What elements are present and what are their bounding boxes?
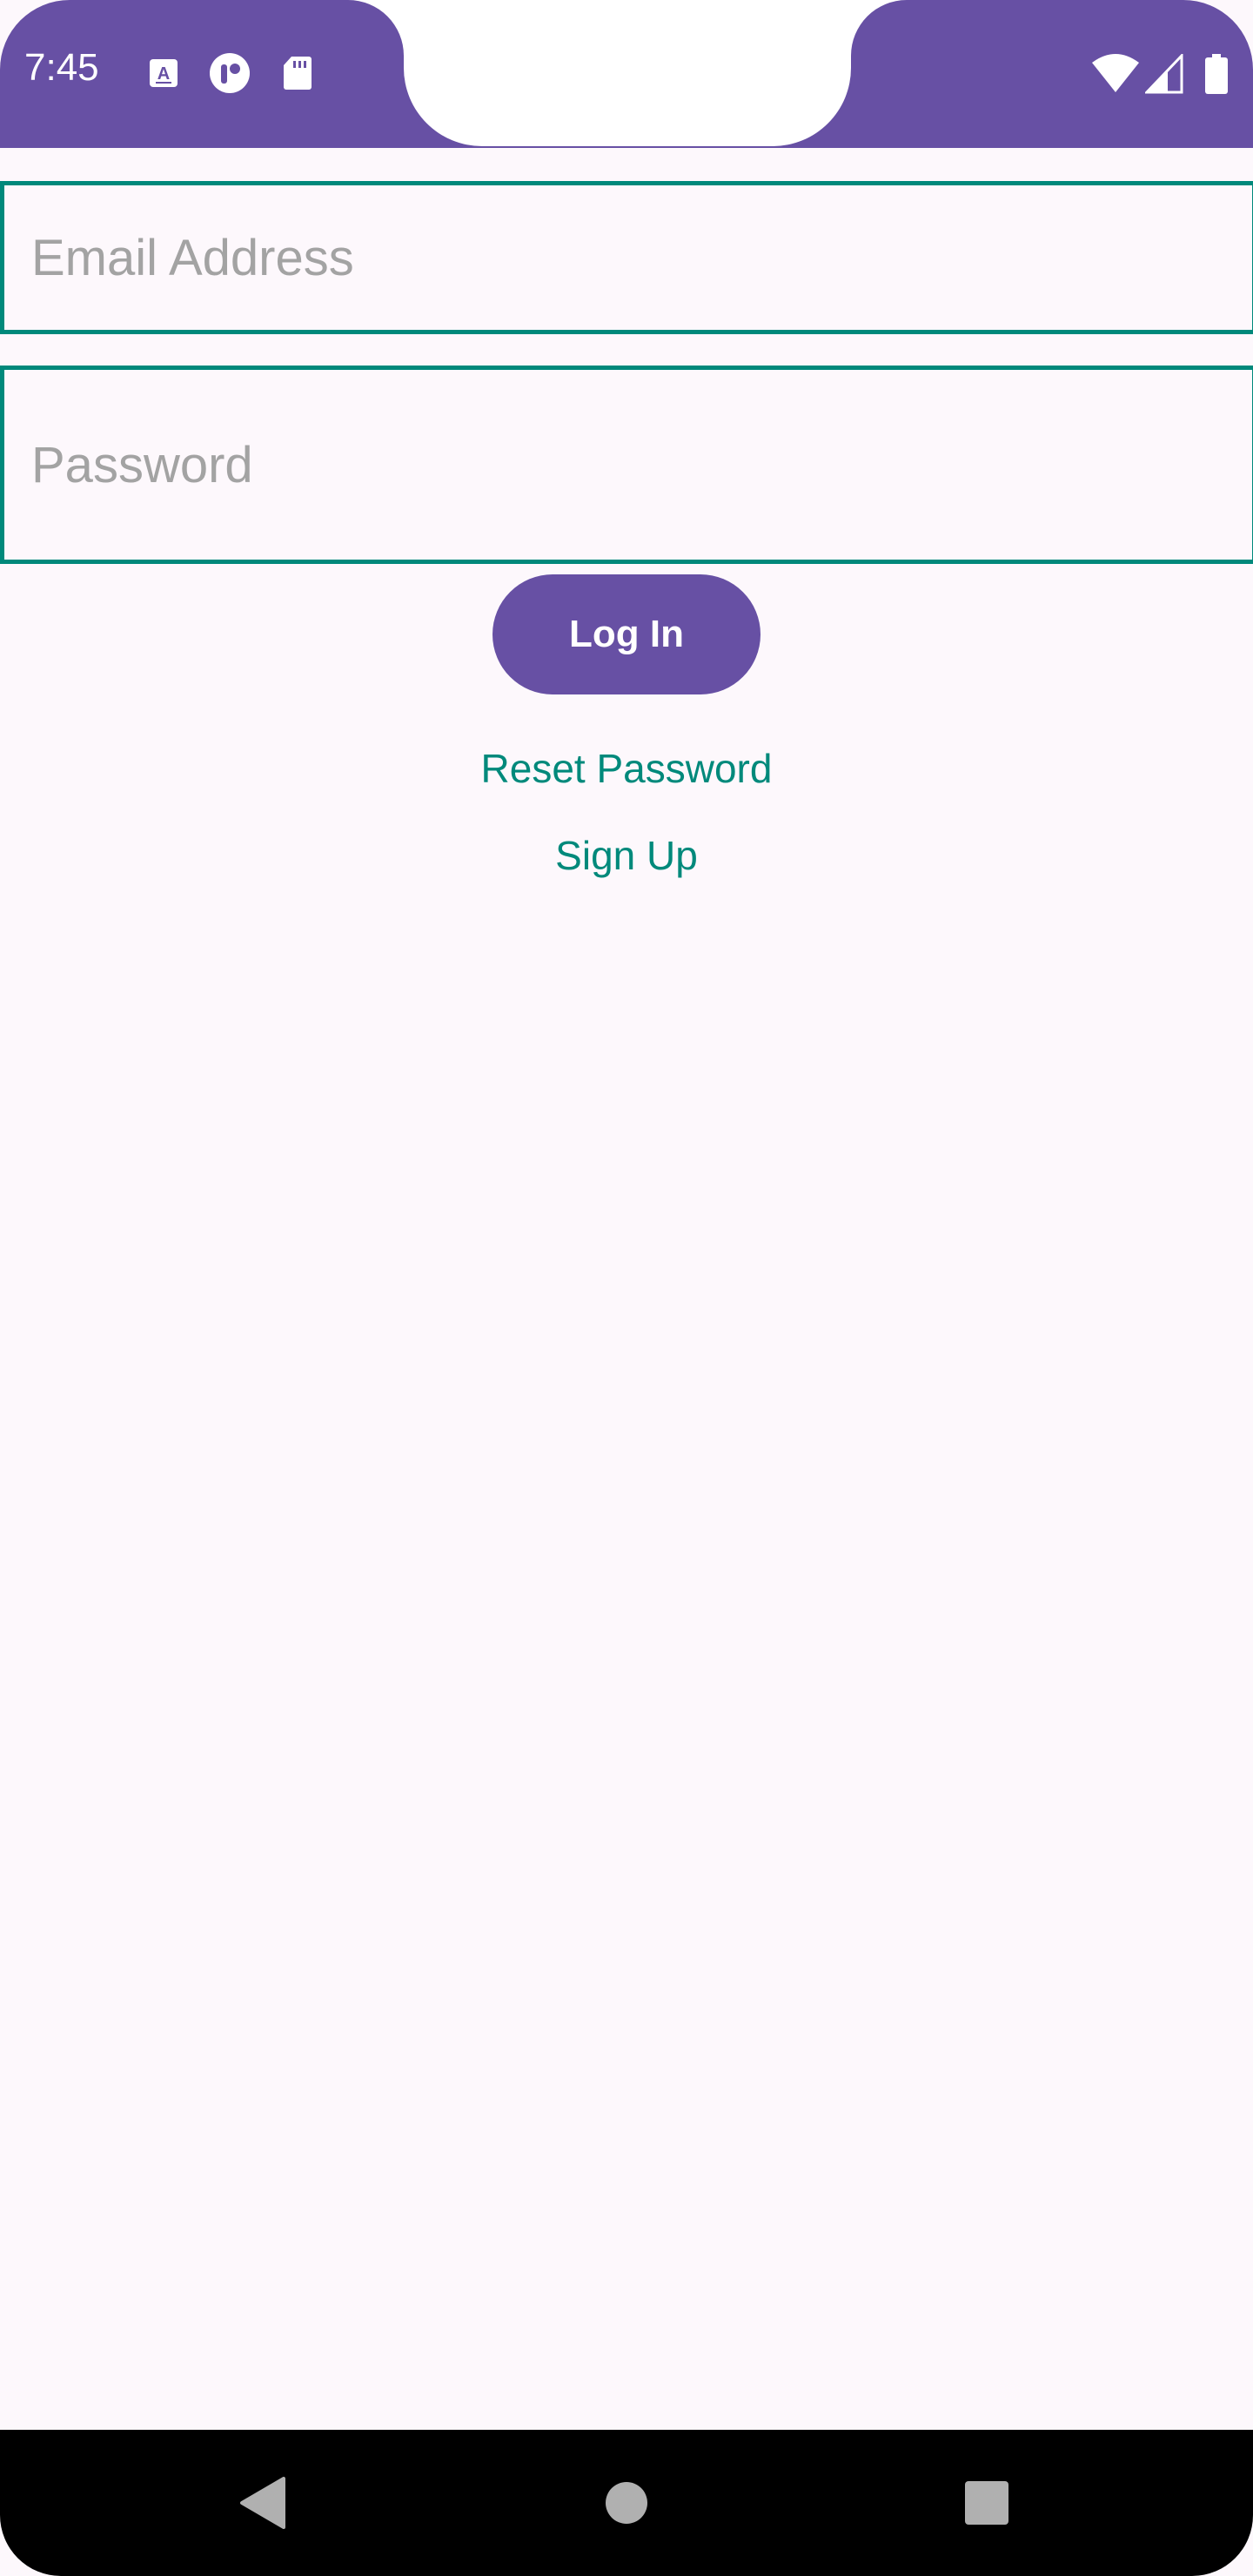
email-input[interactable]	[4, 185, 1252, 330]
login-button[interactable]: Log In	[492, 574, 761, 694]
text-recognition-icon: A	[148, 56, 179, 91]
reset-password-label: Reset Password	[480, 746, 773, 791]
recents-icon	[965, 2481, 1008, 2525]
recents-button[interactable]	[917, 2430, 1056, 2576]
wifi-icon	[1091, 54, 1140, 98]
app-notification-icon	[209, 53, 251, 93]
sign-up-label: Sign Up	[555, 833, 698, 878]
cellular-signal-icon	[1143, 52, 1183, 98]
reset-password-link[interactable]: Reset Password	[0, 745, 1253, 792]
home-icon	[606, 2482, 647, 2524]
password-input[interactable]	[4, 370, 1252, 560]
email-field[interactable]	[0, 181, 1253, 334]
status-time: 7:45	[24, 46, 99, 89]
svg-text:A: A	[157, 64, 170, 84]
camera-notch	[404, 0, 851, 146]
battery-icon	[1204, 54, 1229, 98]
notch-edge	[348, 0, 404, 56]
back-button[interactable]	[193, 2430, 332, 2576]
login-screen: 7:45 A Email Address Log In Reset Passwo…	[0, 0, 1253, 2576]
sign-up-link[interactable]: Sign Up	[0, 832, 1253, 879]
navigation-bar	[0, 2430, 1253, 2576]
sd-card-icon	[282, 56, 313, 91]
status-bar: 7:45 A	[0, 0, 1253, 148]
home-button[interactable]	[557, 2430, 696, 2576]
back-icon	[240, 2477, 285, 2529]
password-field[interactable]	[0, 366, 1253, 564]
notch-edge	[851, 0, 907, 56]
login-button-label: Log In	[569, 613, 684, 655]
